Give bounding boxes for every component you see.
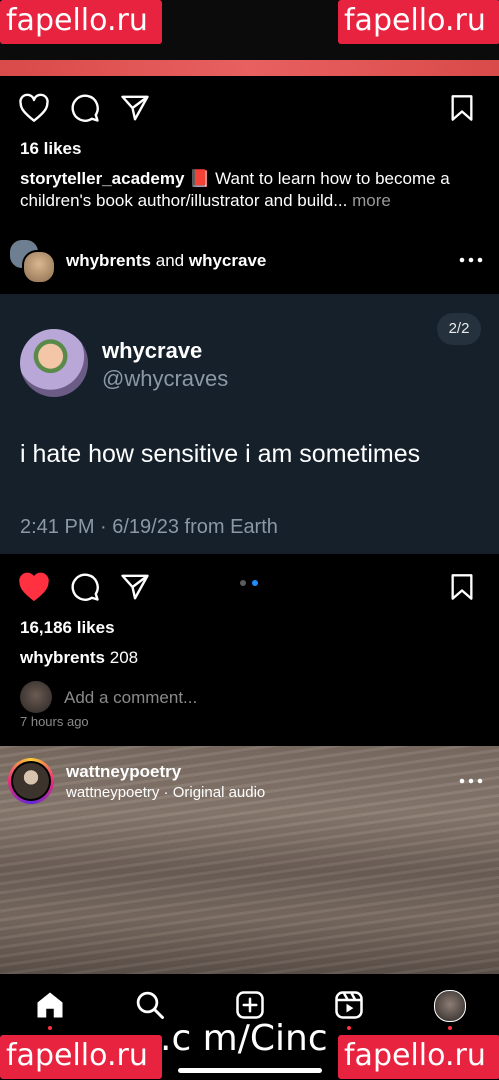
heart-icon[interactable]	[18, 93, 50, 123]
tweet-timestamp: 2:41 PM · 6/19/23 from Earth	[20, 516, 278, 538]
tweet-avatar	[20, 329, 88, 397]
comment-username[interactable]: whybrents	[20, 648, 105, 667]
post1-likes-count[interactable]: 16 likes	[20, 139, 81, 159]
avatar-wattneypoetry[interactable]	[13, 763, 49, 799]
more-icon[interactable]	[459, 253, 483, 267]
header-user-whycrave[interactable]: whycrave	[189, 251, 267, 270]
comment-count[interactable]: 208	[110, 648, 138, 667]
carousel-dot-2-active	[252, 580, 258, 586]
watermark-url-text: .c m/Cinc	[160, 1018, 328, 1059]
collab-avatars[interactable]	[8, 238, 56, 284]
create-icon[interactable]	[235, 990, 265, 1020]
tweet-text: i hate how sensitive i am sometimes	[20, 440, 421, 468]
comment-icon[interactable]	[70, 93, 100, 123]
comment-icon[interactable]	[70, 572, 100, 602]
watermark-bottom-right: fapello.ru	[338, 1035, 499, 1079]
reels-notification-dot	[347, 1026, 351, 1030]
post2-comment-preview: whybrents 208	[20, 647, 490, 669]
post2-likes-count[interactable]: 16,186 likes	[20, 618, 115, 638]
more-icon[interactable]	[459, 774, 483, 788]
search-icon[interactable]	[135, 990, 165, 1020]
carousel-counter: 2/2	[437, 313, 481, 345]
add-comment-input[interactable]: Add a comment...	[64, 688, 197, 708]
watermark-bottom-left: fapello.ru	[0, 1035, 162, 1079]
previous-post-media-edge	[0, 60, 499, 76]
header-and: and	[155, 251, 185, 270]
reels-icon[interactable]	[334, 990, 364, 1020]
tweet-display-name: whycrave	[102, 338, 203, 363]
bookmark-icon[interactable]	[450, 573, 474, 601]
post2-header: whybrents and whycrave	[66, 251, 266, 271]
reel-username[interactable]: wattneypoetry	[66, 762, 181, 782]
reel-video[interactable]: wattneypoetry wattneypoetry · Original a…	[0, 746, 499, 974]
carousel-dot-1	[240, 580, 246, 586]
profile-avatar[interactable]	[434, 990, 466, 1022]
home-icon[interactable]	[35, 990, 65, 1020]
profile-notification-dot	[448, 1026, 452, 1030]
home-notification-dot	[48, 1026, 52, 1030]
home-indicator	[178, 1068, 322, 1073]
post2-time-ago: 7 hours ago	[20, 714, 89, 729]
heart-icon[interactable]	[18, 572, 50, 602]
header-user-whybrents[interactable]: whybrents	[66, 251, 151, 270]
reel-audio-label[interactable]: wattneypoetry · Original audio	[66, 784, 265, 801]
bookmark-icon[interactable]	[450, 94, 474, 122]
caption-username[interactable]: storyteller_academy	[20, 169, 184, 188]
share-icon[interactable]	[120, 573, 150, 601]
story-ring[interactable]	[8, 758, 54, 804]
share-icon[interactable]	[120, 94, 150, 122]
tweet-card[interactable]: 2/2 whycrave @whycraves i hate how sensi…	[0, 294, 499, 554]
post1-caption: storyteller_academy 📕 Want to learn how …	[20, 168, 490, 212]
book-emoji: 📕	[189, 169, 211, 188]
avatar-whycrave[interactable]	[22, 250, 56, 284]
caption-more-link[interactable]: more	[352, 191, 391, 210]
tweet-handle: @whycraves	[102, 366, 229, 391]
watermark-top-right: fapello.ru	[338, 0, 499, 44]
my-avatar	[20, 681, 52, 713]
watermark-top-left: fapello.ru	[0, 0, 162, 44]
